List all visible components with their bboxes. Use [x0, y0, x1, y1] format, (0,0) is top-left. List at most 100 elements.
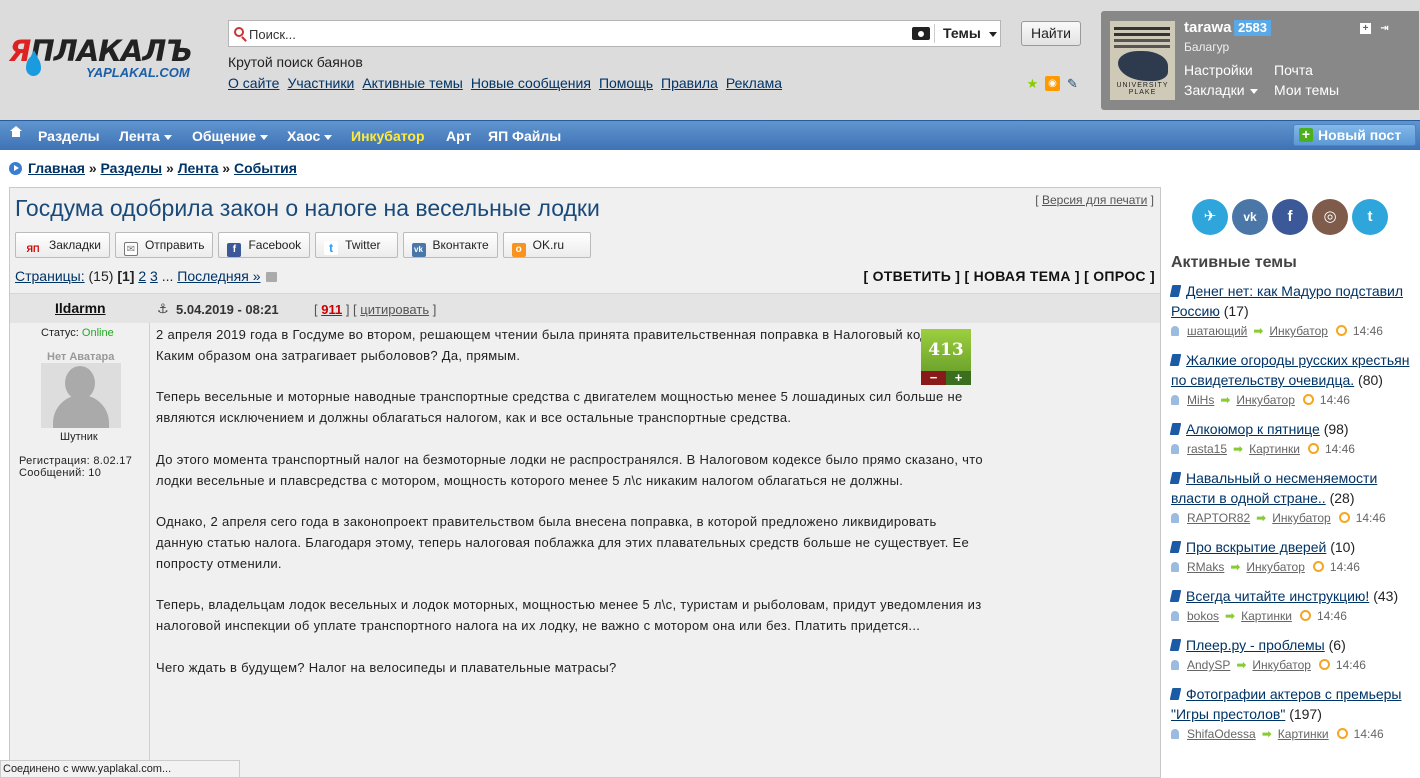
- nav-sections[interactable]: Разделы: [38, 128, 100, 144]
- top-nav: О сайте Участники Активные темы Новые со…: [228, 75, 782, 91]
- site-logo[interactable]: ЯПЛАКАЛЪ YAPLAKAL.COM: [9, 32, 209, 84]
- topic-actions[interactable]: [ ОТВЕТИТЬ ] [ НОВАЯ ТЕМА ] [ ОПРОС ]: [863, 268, 1155, 284]
- breadcrumb-separator: »: [166, 160, 174, 176]
- last-page-link[interactable]: Последняя »: [177, 268, 260, 284]
- new-post-button[interactable]: + Новый пост: [1293, 124, 1416, 146]
- topic-link[interactable]: Про вскрытие дверей: [1186, 539, 1326, 555]
- share-facebook-button[interactable]: f Facebook: [218, 232, 311, 258]
- share-ok-button[interactable]: o OK.ru: [502, 232, 591, 258]
- topic-title-line: Алкоюмор к пятнице (98): [1169, 419, 1416, 439]
- topic-link[interactable]: Фотографии актеров с премьеры "Игры прес…: [1171, 686, 1402, 722]
- search-input[interactable]: [249, 24, 909, 44]
- paperclip-icon[interactable]: ✎: [1065, 76, 1080, 91]
- topnav-new-messages[interactable]: Новые сообщения: [471, 75, 591, 91]
- topic-user-link[interactable]: ShifaOdessa: [1187, 727, 1256, 741]
- add-icon[interactable]: +: [1360, 23, 1371, 34]
- topic-user-link[interactable]: AndySP: [1187, 658, 1230, 672]
- topic-user-link[interactable]: rasta15: [1187, 442, 1227, 456]
- page-jump-icon[interactable]: [265, 272, 277, 282]
- topic-link[interactable]: Алкоюмор к пятнице: [1186, 421, 1320, 437]
- vk-icon: vk: [411, 243, 426, 257]
- topic-user-link[interactable]: RMaks: [1187, 560, 1224, 574]
- nav-communication[interactable]: Общение: [192, 128, 268, 144]
- user-avatar[interactable]: UNIVERSITY PLAKE: [1110, 21, 1175, 100]
- topic-section-link[interactable]: Инкубатор: [1252, 658, 1311, 672]
- bookmarks-menu[interactable]: Закладки: [1184, 82, 1258, 98]
- post-author[interactable]: Ildarmn: [55, 300, 106, 316]
- nav-feed[interactable]: Лента: [119, 128, 172, 144]
- search-button[interactable]: Найти: [1021, 21, 1081, 46]
- topnav-active-topics[interactable]: Активные темы: [362, 75, 463, 91]
- topic-link[interactable]: Всегда читайте инструкцию!: [1186, 588, 1369, 604]
- topic-title-line: Плеер.ру - проблемы (6): [1169, 635, 1416, 655]
- topic-icon: [1169, 423, 1182, 435]
- topic-section-link[interactable]: Инкубатор: [1236, 393, 1295, 407]
- topnav-help[interactable]: Помощь: [599, 75, 653, 91]
- share-twitter-button[interactable]: t Twitter: [315, 232, 398, 258]
- breadcrumb-events[interactable]: События: [234, 160, 297, 176]
- topic-section-link[interactable]: Картинки: [1278, 727, 1329, 741]
- topic-link[interactable]: Плеер.ру - проблемы: [1186, 637, 1325, 653]
- topic-meta: шатающий ➡ Инкубатор 14:46: [1171, 321, 1416, 341]
- topic-section-link[interactable]: Инкубатор: [1269, 324, 1328, 338]
- search-scope-select[interactable]: Темы: [943, 25, 997, 41]
- star-icon[interactable]: ★: [1025, 76, 1040, 91]
- arrow-right-icon: ➡: [1230, 560, 1241, 574]
- camera-icon[interactable]: [912, 27, 930, 40]
- topnav-about[interactable]: О сайте: [228, 75, 279, 91]
- nav-art[interactable]: Арт: [446, 128, 471, 144]
- share-bookmarks-button[interactable]: ЯП Закладки: [15, 232, 110, 258]
- mail-link[interactable]: Почта: [1274, 62, 1313, 78]
- share-send-button[interactable]: ✉ Отправить: [114, 232, 214, 258]
- topic-user-link[interactable]: MiHs: [1187, 393, 1214, 407]
- print-version-link[interactable]: Версия для печати: [1042, 193, 1147, 207]
- post-paragraph: До этого момента транспортный налог на б…: [156, 451, 983, 488]
- pages-label[interactable]: Страницы:: [15, 268, 85, 284]
- topic-user-link[interactable]: шатающий: [1187, 324, 1247, 338]
- page-title: Госдума одобрила закон о налоге на весел…: [15, 195, 600, 221]
- settings-link[interactable]: Настройки: [1184, 62, 1253, 78]
- page-link[interactable]: 3: [150, 268, 158, 284]
- post-number[interactable]: 911: [321, 302, 342, 317]
- vk-icon[interactable]: vk: [1232, 199, 1268, 235]
- facebook-icon: f: [227, 243, 242, 257]
- telegram-icon[interactable]: ✈: [1192, 199, 1228, 235]
- topnav-members[interactable]: Участники: [287, 75, 354, 91]
- topic-section-link[interactable]: Инкубатор: [1246, 560, 1305, 574]
- breadcrumb-feed[interactable]: Лента: [178, 160, 219, 176]
- my-topics-link[interactable]: Мои темы: [1274, 82, 1339, 98]
- username[interactable]: tarawa: [1184, 19, 1232, 36]
- ok-icon: o: [511, 243, 526, 257]
- nav-files[interactable]: ЯП Файлы: [488, 128, 561, 144]
- site-header: ЯПЛАКАЛЪ YAPLAKAL.COM Темы Найти Крутой …: [0, 0, 1420, 120]
- author-status: Статус: Online: [41, 327, 114, 339]
- twitter-icon[interactable]: t: [1352, 199, 1388, 235]
- topic-section-link[interactable]: Инкубатор: [1272, 511, 1331, 525]
- logout-icon[interactable]: ⇥: [1379, 23, 1390, 34]
- topic-section-link[interactable]: Картинки: [1249, 442, 1300, 456]
- instagram-icon[interactable]: ◎: [1312, 199, 1348, 235]
- home-icon[interactable]: [10, 126, 22, 139]
- rate-up-button[interactable]: +: [946, 371, 971, 385]
- breadcrumb-home[interactable]: Главная: [28, 160, 85, 176]
- anchor-icon[interactable]: ⚓: [157, 301, 169, 317]
- topic-user-link[interactable]: bokos: [1187, 609, 1219, 623]
- breadcrumb-sections[interactable]: Разделы: [101, 160, 163, 176]
- topic-user-link[interactable]: RAPTOR82: [1187, 511, 1250, 525]
- page-link[interactable]: 2: [138, 268, 146, 284]
- topic-section-link[interactable]: Картинки: [1241, 609, 1292, 623]
- topic-link[interactable]: Денег нет: как Мадуро подставил Россию: [1171, 283, 1403, 319]
- nav-incubator[interactable]: Инкубатор: [351, 128, 425, 144]
- share-vk-button[interactable]: vk Вконтакте: [402, 232, 498, 258]
- facebook-icon[interactable]: f: [1272, 199, 1308, 235]
- nav-chaos[interactable]: Хаос: [287, 128, 333, 144]
- rate-down-button[interactable]: −: [921, 371, 946, 385]
- topnav-ads[interactable]: Реклама: [726, 75, 782, 91]
- topic-count: (80): [1358, 372, 1383, 388]
- topnav-rules[interactable]: Правила: [661, 75, 718, 91]
- clock-icon: [1335, 325, 1347, 336]
- rss-icon[interactable]: ◉: [1045, 76, 1060, 91]
- registration-date: Регистрация: 8.02.17: [19, 455, 133, 467]
- quote-link[interactable]: цитировать: [360, 302, 429, 317]
- arrow-right-icon: ➡: [1253, 324, 1264, 338]
